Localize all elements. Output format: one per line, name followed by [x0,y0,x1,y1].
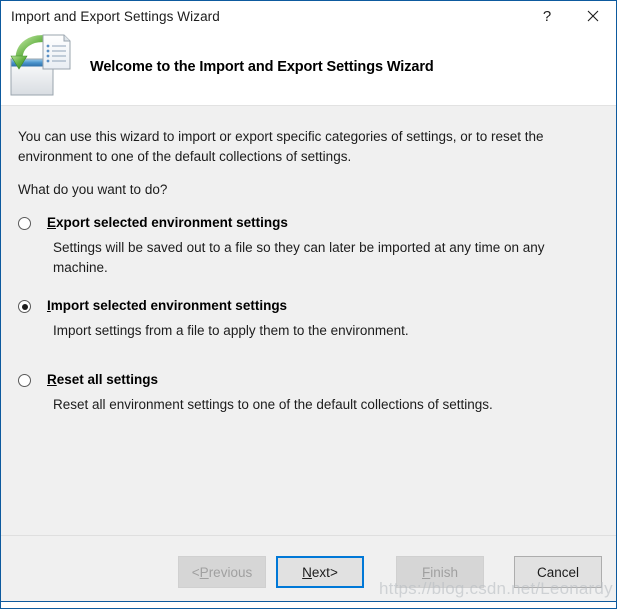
options-group: Export selected environment settings Set… [18,214,578,415]
import-export-settings-icon [7,31,81,105]
wizard-footer: < Previous Next > Finish Cancel [1,536,616,608]
option-export: Export selected environment settings Set… [18,214,578,278]
close-icon[interactable] [570,1,616,31]
cancel-button[interactable]: Cancel [514,556,602,588]
option-import-label: Import selected environment settings [47,297,287,315]
option-reset-label: Reset all settings [47,371,158,389]
option-export-accel: E [47,215,57,230]
radio-export-icon[interactable] [18,217,31,230]
option-reset-description: Reset all environment settings to one of… [53,397,493,412]
previous-prefix: < [191,564,200,580]
option-import-label-rest: mport selected environment settings [50,298,288,313]
title-bar-buttons: ? [524,1,616,31]
next-accel: N [302,564,312,580]
previous-accel: P [199,564,209,580]
finish-accel: F [421,564,431,580]
previous-rest: revious [208,564,253,580]
page-title: Welcome to the Import and Export Setting… [90,59,434,75]
radio-option-reset[interactable]: Reset all settings [18,371,578,389]
option-export-description: Settings will be saved out to a file so … [53,240,545,275]
window-bottom-accent [1,601,616,608]
help-glyph: ? [542,7,552,25]
option-reset-accel: R [47,372,57,387]
radio-option-import[interactable]: Import selected environment settings [18,297,578,315]
help-icon[interactable]: ? [524,1,570,31]
option-export-label-rest: xport selected environment settings [56,215,288,230]
window-title: Import and Export Settings Wizard [11,8,220,24]
wizard-body: You can use this wizard to import or exp… [1,105,616,535]
radio-option-export[interactable]: Export selected environment settings [18,214,578,232]
radio-reset-icon[interactable] [18,374,31,387]
wizard-header: Welcome to the Import and Export Setting… [1,31,616,105]
finish-button[interactable]: Finish [396,556,484,588]
title-bar: Import and Export Settings Wizard ? [1,1,616,31]
radio-import-icon[interactable] [18,300,31,313]
finish-rest: inish [430,564,458,580]
option-reset: Reset all settings Reset all environment… [18,371,578,415]
question-text: What do you want to do? [18,182,168,197]
wizard-dialog-window: Import and Export Settings Wizard ? Welc… [0,0,617,609]
option-import: Import selected environment settings Imp… [18,297,578,341]
next-rest: ext [311,564,330,580]
intro-text: You can use this wizard to import or exp… [18,129,544,164]
option-export-label: Export selected environment settings [47,214,288,232]
cancel-label: Cancel [536,564,580,580]
previous-button[interactable]: < Previous [178,556,266,588]
option-reset-label-rest: eset all settings [56,372,159,387]
next-suffix: > [329,564,338,580]
option-import-description: Import settings from a file to apply the… [53,323,409,338]
next-button[interactable]: Next > [276,556,364,588]
